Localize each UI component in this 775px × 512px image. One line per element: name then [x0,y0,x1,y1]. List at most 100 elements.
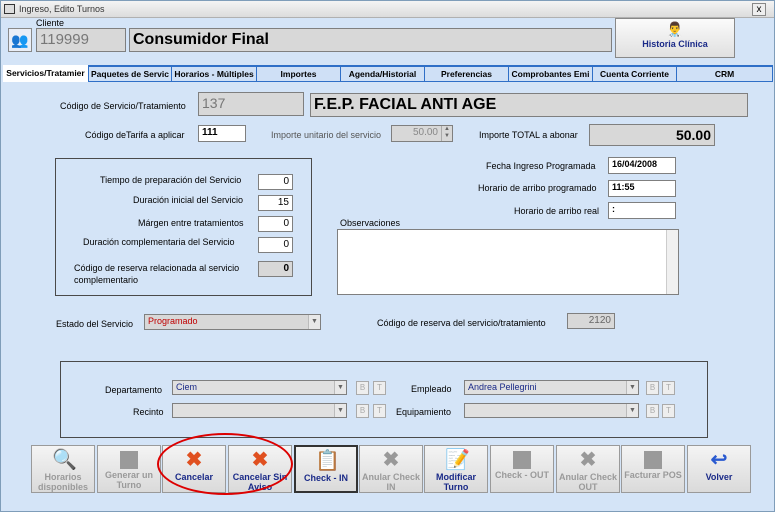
servicios-panel: Código de Servicio/Tratamiento 137 F.E.P… [3,82,773,442]
empleado-select[interactable]: Andrea Pellegrini ▼ [464,380,639,395]
tab-servicios[interactable]: Servicios/Tratamier [3,65,89,82]
reserva-rel-label-2: complementario [74,275,139,285]
unit-price-label: Importe unitario del servicio [271,130,382,140]
compl-duration-label: Duración complementaria del Servicio [83,237,235,247]
initial-duration-field[interactable]: 15 [258,195,293,211]
client-label: Cliente [36,18,65,28]
facturar-pos-label: Facturar POS [624,470,682,480]
return-arrow-icon: ↩ [710,449,728,471]
empleado-value: Andrea Pellegrini [468,382,537,392]
volver-label: Volver [705,472,733,482]
estado-label: Estado del Servicio [56,319,134,329]
historia-clinica-button[interactable]: 👨‍⚕️ Historia Clínica [615,18,735,58]
equip-b-button[interactable]: B [646,404,659,418]
equip-label: Equipamiento [396,407,452,417]
equip-select[interactable]: ▼ [464,403,639,418]
tab-importes[interactable]: Importes [257,67,341,81]
recinto-select[interactable]: ▼ [172,403,347,418]
tab-paquetes[interactable]: Paquetes de Servic [89,67,172,81]
reserva-field: 2120 [567,313,615,329]
prep-label: Tiempo de preparación del Servicio [100,175,242,185]
total-label: Importe TOTAL a abonar [479,130,578,140]
compl-duration-field[interactable]: 0 [258,237,293,253]
anular-check-out-label: Anular Check OUT [558,472,618,492]
resources-group [60,361,708,438]
margin-field[interactable]: 0 [258,216,293,232]
reserva-label: Código de reserva del servicio/tratamien… [377,318,546,328]
edit-icon: 📝 [445,449,470,471]
client-id-field[interactable]: 119999 [36,28,126,52]
square-icon [513,451,531,469]
modificar-turno-label: Modificar Turno [435,472,476,492]
tarifa-field[interactable]: 111 [198,125,246,142]
depto-t-button[interactable]: T [373,381,386,395]
volver-button[interactable]: ↩ Volver [687,445,751,493]
close-button[interactable]: x [752,3,766,16]
fecha-field[interactable]: 16/04/2008 [608,157,676,174]
arribo-prog-label: Horario de arribo programado [478,183,597,193]
unit-price-value: 50.00 [412,127,438,138]
unit-price-spinner[interactable]: ▲ ▼ [441,126,452,141]
action-button-bar: 🔍 Horarios disponibles Generar un Turno … [3,433,773,509]
equip-t-button[interactable]: T [662,404,675,418]
empleado-label: Empleado [411,384,452,394]
tab-cuenta-corriente[interactable]: Cuenta Corriente [593,67,677,81]
client-users-icon[interactable]: 👥 [8,28,32,52]
check-in-button[interactable]: 📋 Check - IN [294,445,358,493]
arribo-prog-field[interactable]: 11:55 [608,180,676,197]
depto-b-button[interactable]: B [356,381,369,395]
total-field: 50.00 [589,124,715,146]
recinto-label: Recinto [133,407,164,417]
horarios-disponibles-button[interactable]: 🔍 Horarios disponibles [31,445,95,493]
client-name-field: Consumidor Final [129,28,612,52]
tab-horarios[interactable]: Horarios - Múltiples [172,67,257,81]
fecha-label: Fecha Ingreso Programada [486,161,596,171]
recinto-chevron-down-icon[interactable]: ▼ [334,404,346,417]
service-code-field[interactable]: 137 [198,92,304,116]
anular-check-in-button[interactable]: ✖ Anular Check IN [359,445,423,493]
facturar-pos-button[interactable]: Facturar POS [621,445,685,493]
depto-select[interactable]: Ciem ▼ [172,380,347,395]
observaciones-textarea[interactable] [337,229,679,295]
generar-turno-button[interactable]: Generar un Turno [97,445,161,493]
app-icon [4,4,15,14]
x-icon: ✖ [382,449,400,471]
tab-comprobantes[interactable]: Comprobantes Emi [509,67,593,81]
check-out-button[interactable]: Check - OUT [490,445,554,493]
generar-turno-label: Generar un Turno [104,470,153,490]
x-icon: ✖ [579,449,597,471]
initial-duration-label: Duración inicial del Servicio [133,195,244,205]
margin-label: Márgen entre tratamientos [138,218,244,228]
recinto-b-button[interactable]: B [356,404,369,418]
empleado-b-button[interactable]: B [646,381,659,395]
prep-field[interactable]: 0 [258,174,293,190]
estado-select[interactable]: Programado ▼ [144,314,321,330]
client-header: Cliente 👥 119999 Consumidor Final 👨‍⚕️ H… [3,18,773,65]
unit-price-field[interactable]: 50.00 ▲ ▼ [391,125,453,142]
square-icon [644,451,662,469]
empleado-t-button[interactable]: T [662,381,675,395]
arribo-real-label: Horario de arribo real [514,206,600,216]
estado-chevron-down-icon[interactable]: ▼ [308,315,320,329]
depto-value: Ciem [176,382,198,392]
tab-preferencias[interactable]: Preferencias [425,67,509,81]
arribo-real-field[interactable]: : [608,202,676,219]
equip-chevron-down-icon[interactable]: ▼ [626,404,638,417]
recinto-t-button[interactable]: T [373,404,386,418]
tarifa-label: Código deTarifa a aplicar [85,130,185,140]
tab-agenda[interactable]: Agenda/Historial [341,67,425,81]
depto-chevron-down-icon[interactable]: ▼ [334,381,346,394]
check-in-label: Check - IN [303,473,348,483]
window-title: Ingreso, Edito Turnos [19,4,105,14]
tab-crm[interactable]: CRM [677,67,773,81]
observaciones-label: Observaciones [340,218,401,228]
empleado-chevron-down-icon[interactable]: ▼ [626,381,638,394]
modificar-turno-button[interactable]: 📝 Modificar Turno [424,445,488,493]
observaciones-scrollbar[interactable] [666,230,678,294]
square-icon [120,451,138,469]
highlight-circle [157,433,293,495]
doctor-icon: 👨‍⚕️ [666,21,684,37]
historia-clinica-label: Historia Clínica [642,39,708,49]
search-icon: 🔍 [52,449,77,471]
anular-check-out-button[interactable]: ✖ Anular Check OUT [556,445,620,493]
